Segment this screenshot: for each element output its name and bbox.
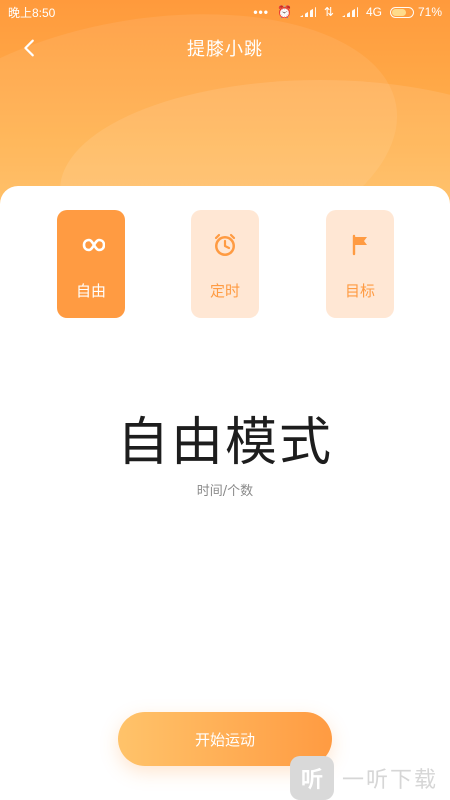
mode-label: 目标 bbox=[344, 282, 375, 300]
status-time: 晚上8:50 bbox=[8, 5, 56, 20]
mode-option-timed[interactable]: 定时 bbox=[191, 210, 259, 318]
battery: 71% bbox=[389, 5, 442, 19]
alarm-clock-icon bbox=[210, 230, 240, 260]
more-dots-icon: ••• bbox=[253, 5, 269, 19]
mode-label: 定时 bbox=[209, 282, 240, 300]
top-navigation: 提膝小跳 bbox=[0, 26, 450, 70]
battery-icon bbox=[389, 6, 414, 18]
mode-title: 自由模式 bbox=[116, 413, 333, 473]
data-icon: ⇅ bbox=[323, 5, 334, 19]
status-bar: 晚上8:50 ••• ⏰ ⇅ 4G 71% bbox=[0, 0, 450, 24]
mode-label: 自由 bbox=[75, 282, 106, 300]
watermark: 听 一听下载 bbox=[290, 756, 450, 800]
signal-icon bbox=[300, 7, 316, 17]
flag-icon bbox=[345, 230, 375, 260]
back-button[interactable] bbox=[14, 32, 46, 64]
battery-percent: 71% bbox=[417, 5, 442, 19]
infinity-icon bbox=[76, 230, 106, 260]
mode-selector: 自由 定时 目标 bbox=[0, 210, 450, 320]
mode-option-free[interactable]: 自由 bbox=[57, 210, 125, 318]
status-icons: ••• ⏰ ⇅ 4G 71% bbox=[253, 5, 442, 19]
battery-fill bbox=[391, 8, 407, 16]
watermark-logo: 听 bbox=[290, 756, 334, 800]
alarm-icon: ⏰ bbox=[276, 5, 292, 19]
signal-icon bbox=[342, 7, 358, 17]
network-type: 4G bbox=[365, 5, 382, 19]
watermark-text: 一听下载 bbox=[342, 768, 439, 793]
chevron-left-icon bbox=[24, 39, 34, 57]
mode-option-target[interactable]: 目标 bbox=[326, 210, 394, 318]
mode-subtitle: 时间/个数 bbox=[196, 484, 254, 499]
page-title: 提膝小跳 bbox=[187, 39, 263, 60]
